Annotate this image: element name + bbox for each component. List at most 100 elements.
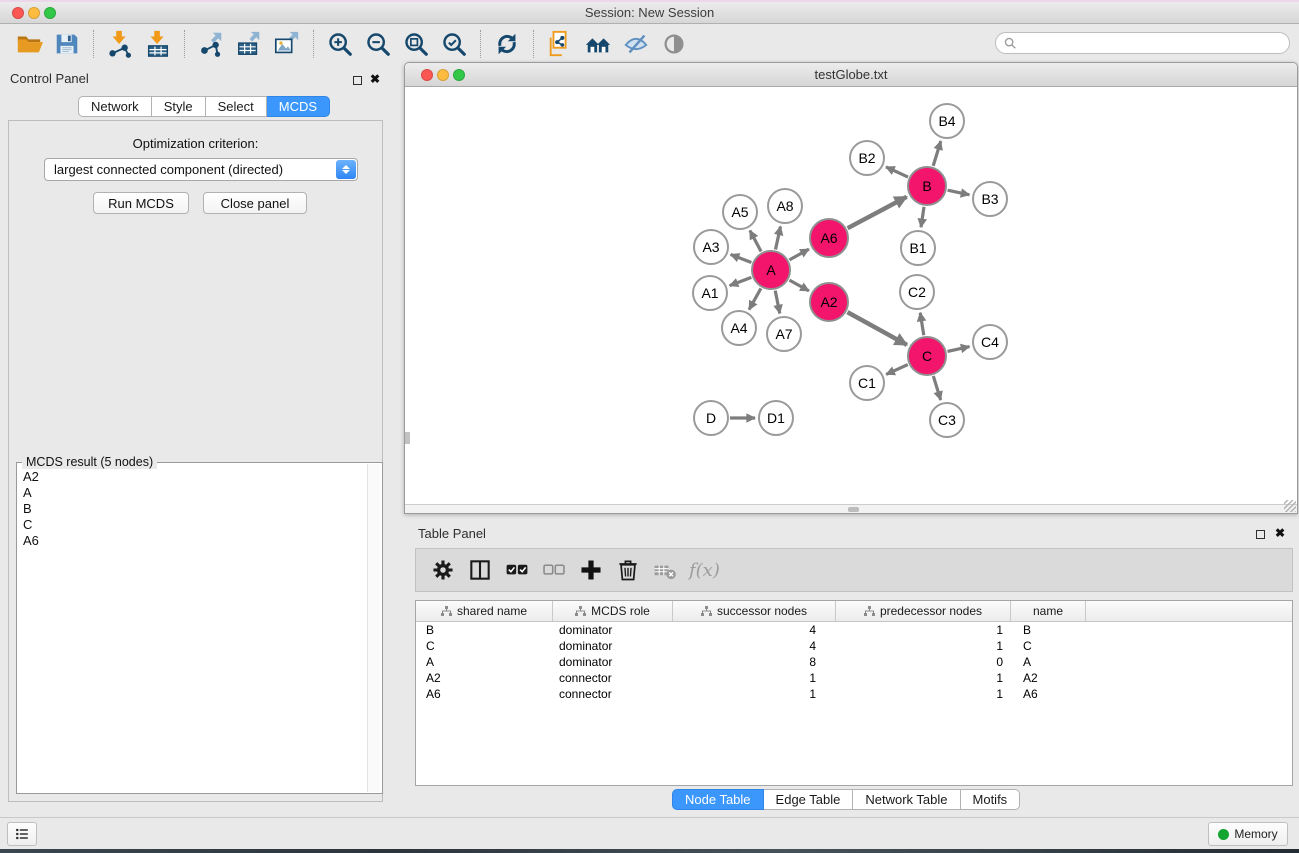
graph-edge-B-B2[interactable] <box>886 167 908 177</box>
graph-edge-C-C3[interactable] <box>933 376 940 400</box>
graph-edge-B-B1[interactable] <box>921 207 924 227</box>
search-field[interactable] <box>995 32 1290 54</box>
column-header-shared-name[interactable]: shared name <box>416 601 553 621</box>
mcds-result-item[interactable]: C <box>23 517 382 533</box>
tab-select[interactable]: Select <box>206 96 267 117</box>
network-canvas[interactable]: B4B2BB3A5A8A6A3B1AA1C2A2A4A7C4CC1DD1C3 <box>405 88 1297 504</box>
graph-edge-A-A3[interactable] <box>731 255 752 263</box>
zoom-fit-button[interactable] <box>397 28 435 60</box>
network-horizontal-scrollbar-thumb[interactable] <box>848 507 859 512</box>
save-session-button[interactable] <box>48 28 86 60</box>
memory-button[interactable]: Memory <box>1208 822 1288 846</box>
graph-node-A[interactable]: A <box>751 250 791 290</box>
graph-node-B[interactable]: B <box>907 166 947 206</box>
graph-edge-A-A5[interactable] <box>750 231 761 252</box>
zoom-selected-button[interactable] <box>435 28 473 60</box>
graph-node-C2[interactable]: C2 <box>899 274 935 310</box>
graph-node-A8[interactable]: A8 <box>767 188 803 224</box>
network-zoom-button[interactable] <box>453 69 465 81</box>
table-row[interactable]: Adominator80A <box>416 654 1292 670</box>
settings-gear-button[interactable] <box>426 553 460 587</box>
export-table-button[interactable] <box>230 28 268 60</box>
import-network-button[interactable] <box>101 28 139 60</box>
import-table-button[interactable] <box>139 28 177 60</box>
graph-node-C[interactable]: C <box>907 336 947 376</box>
graph-node-D[interactable]: D <box>693 400 729 436</box>
column-header-predecessor-nodes[interactable]: predecessor nodes <box>836 601 1011 621</box>
result-scrollbar[interactable] <box>367 464 380 792</box>
add-entry-button[interactable] <box>574 553 608 587</box>
table-panel-close-button[interactable]: ✖ <box>1273 526 1287 540</box>
table-tab-network-table[interactable]: Network Table <box>853 789 960 810</box>
control-panel-close-button[interactable]: ✖ <box>368 72 382 86</box>
delete-entry-button[interactable] <box>611 553 645 587</box>
graph-node-B3[interactable]: B3 <box>972 181 1008 217</box>
tab-style[interactable]: Style <box>152 96 206 117</box>
mcds-result-item[interactable]: B <box>23 501 382 517</box>
graph-node-A2[interactable]: A2 <box>809 282 849 322</box>
graph-node-A1[interactable]: A1 <box>692 275 728 311</box>
show-eye-button[interactable] <box>655 28 693 60</box>
search-input[interactable] <box>1017 34 1289 52</box>
graph-edge-A-A2[interactable] <box>789 280 809 291</box>
graph-node-A3[interactable]: A3 <box>693 229 729 265</box>
export-network-button[interactable] <box>192 28 230 60</box>
graph-edge-A-A1[interactable] <box>730 277 752 285</box>
graph-edge-C-C2[interactable] <box>920 313 924 336</box>
graph-node-A4[interactable]: A4 <box>721 310 757 346</box>
zoom-in-button[interactable] <box>321 28 359 60</box>
table-tab-motifs[interactable]: Motifs <box>961 789 1021 810</box>
column-header-name[interactable]: name <box>1011 601 1086 621</box>
tab-network[interactable]: Network <box>78 96 152 117</box>
graph-edge-B-B4[interactable] <box>933 141 941 166</box>
run-mcds-button[interactable]: Run MCDS <box>93 192 189 214</box>
graph-node-C3[interactable]: C3 <box>929 402 965 438</box>
graph-node-B2[interactable]: B2 <box>849 140 885 176</box>
mcds-result-item[interactable]: A <box>23 485 382 501</box>
network-minimize-button[interactable] <box>437 69 449 81</box>
export-image-button[interactable] <box>268 28 306 60</box>
table-row[interactable]: Bdominator41B <box>416 622 1292 638</box>
control-panel-float-button[interactable] <box>350 73 364 87</box>
open-file-button[interactable] <box>10 28 48 60</box>
deselect-all-button[interactable] <box>537 553 571 587</box>
graph-node-A7[interactable]: A7 <box>766 316 802 352</box>
table-row[interactable]: Cdominator41C <box>416 638 1292 654</box>
close-window-button[interactable] <box>12 7 24 19</box>
close-panel-button[interactable]: Close panel <box>203 192 307 214</box>
graph-edge-B-B3[interactable] <box>948 190 970 195</box>
network-close-button[interactable] <box>421 69 433 81</box>
graph-edge-A-A8[interactable] <box>776 227 781 250</box>
zoom-window-button[interactable] <box>44 7 56 19</box>
graph-node-A5[interactable]: A5 <box>722 194 758 230</box>
tab-mcds[interactable]: MCDS <box>267 96 330 117</box>
network-vertical-scrollbar-thumb[interactable] <box>405 432 410 444</box>
graph-edge-A-A6[interactable] <box>789 249 809 260</box>
refresh-layout-button[interactable] <box>488 28 526 60</box>
graph-node-B1[interactable]: B1 <box>900 230 936 266</box>
optimization-criterion-select[interactable]: largest connected component (directed) <box>44 158 358 181</box>
mcds-result-item[interactable]: A2 <box>23 469 382 485</box>
graph-node-C1[interactable]: C1 <box>849 365 885 401</box>
table-row[interactable]: A6connector11A6 <box>416 686 1292 702</box>
table-tab-node-table[interactable]: Node Table <box>672 789 764 810</box>
column-header-successor-nodes[interactable]: successor nodes <box>673 601 836 621</box>
graph-edge-A2-C[interactable] <box>847 312 907 345</box>
window-resize-grip[interactable] <box>1284 500 1296 512</box>
mcds-result-item[interactable]: A6 <box>23 533 382 549</box>
column-header-MCDS-role[interactable]: MCDS role <box>553 601 673 621</box>
network-window-titlebar[interactable]: testGlobe.txt <box>405 63 1297 87</box>
table-panel-float-button[interactable] <box>1253 527 1267 541</box>
duplicate-network-button[interactable] <box>541 28 579 60</box>
graph-edge-C-C4[interactable] <box>948 347 970 352</box>
network-overview-button[interactable] <box>579 28 617 60</box>
select-all-button[interactable] <box>500 553 534 587</box>
graph-edge-A-A4[interactable] <box>749 288 761 309</box>
minimize-window-button[interactable] <box>28 7 40 19</box>
delete-table-button[interactable] <box>648 553 682 587</box>
zoom-out-button[interactable] <box>359 28 397 60</box>
graph-node-B4[interactable]: B4 <box>929 103 965 139</box>
table-tab-edge-table[interactable]: Edge Table <box>764 789 854 810</box>
graph-node-A6[interactable]: A6 <box>809 218 849 258</box>
graph-edge-A6-B[interactable] <box>848 197 907 228</box>
